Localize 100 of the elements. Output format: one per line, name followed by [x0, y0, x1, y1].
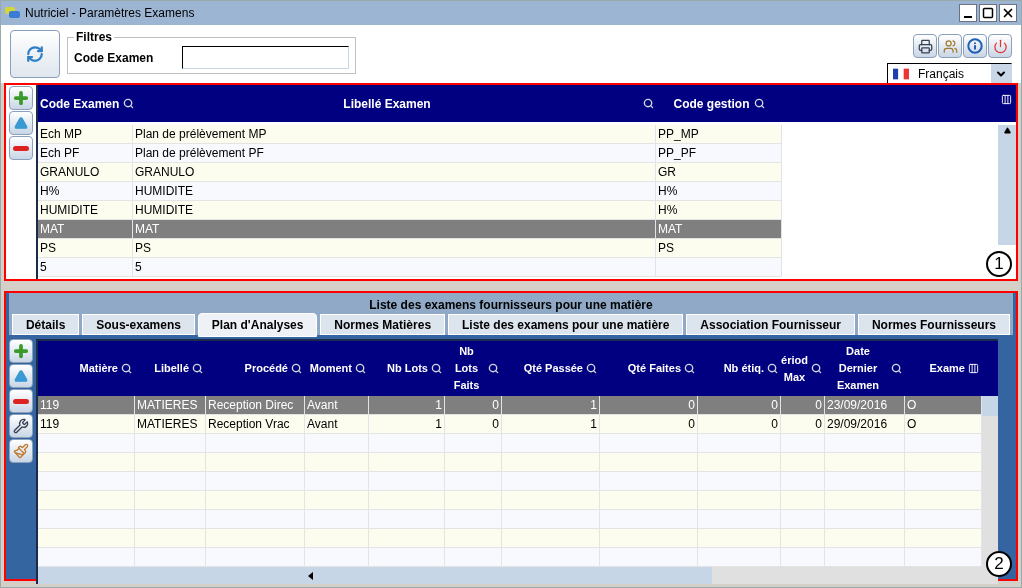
table-row[interactable]: HUMIDITE HUMIDITE H%: [38, 201, 782, 220]
refresh-button[interactable]: [10, 30, 60, 78]
table-cell: 0: [781, 415, 825, 433]
column-header[interactable]: Date Dernier Examen: [828, 343, 888, 394]
table-cell: PS: [133, 239, 656, 257]
table-cell: 0: [600, 415, 698, 433]
minus-icon: [13, 398, 29, 404]
search-icon[interactable]: [192, 363, 203, 374]
table-row[interactable]: GRANULO GRANULO GR: [38, 163, 782, 182]
printer-icon: [917, 38, 933, 54]
move-up-button[interactable]: [9, 364, 33, 388]
table-cell: PS: [38, 239, 133, 257]
users-button[interactable]: [938, 34, 962, 58]
print-button[interactable]: [913, 34, 937, 58]
column-header[interactable]: Exame: [929, 360, 965, 377]
tab[interactable]: Liste des examens pour une matière: [448, 314, 684, 335]
table-row[interactable]: 119 MATIERES Reception Direc Avant 1 0 1 0 0 0 23/09/2016 O: [38, 396, 982, 415]
tools-button[interactable]: [9, 414, 33, 438]
table-row[interactable]: MAT MAT MAT: [38, 220, 782, 239]
language-dropdown[interactable]: Français: [887, 63, 1012, 85]
table-row[interactable]: 5 5: [38, 258, 782, 277]
brush-button[interactable]: [9, 439, 33, 463]
table-cell: PP_PF: [656, 144, 782, 162]
table-cell: Avant: [305, 415, 369, 433]
column-header[interactable]: Moment: [309, 360, 352, 377]
tab[interactable]: Normes Fournisseurs: [858, 314, 1010, 335]
power-button[interactable]: [988, 34, 1012, 58]
remove-button[interactable]: [9, 136, 33, 160]
code-examen-field[interactable]: [182, 46, 349, 69]
table-row[interactable]: PS PS PS: [38, 239, 782, 258]
tab[interactable]: Détails: [12, 314, 80, 335]
app-icon: [5, 7, 21, 19]
column-header[interactable]: Procédé: [244, 360, 288, 377]
table-cell: 119: [38, 415, 135, 433]
table-cell: HUMIDITE: [133, 182, 656, 200]
triangle-up-icon: [14, 116, 28, 130]
table-row[interactable]: 119 MATIERES Reception Vrac Avant 1 0 1 0 0 0 29/09/2016 O: [38, 415, 982, 434]
table-cell: Reception Direc: [206, 396, 305, 414]
search-icon[interactable]: [121, 363, 132, 374]
table-row[interactable]: Ech PF Plan de prélèvement PF PP_PF: [38, 144, 782, 163]
table-row[interactable]: Ech MP Plan de prélèvement MP PP_MP: [38, 125, 782, 144]
search-icon[interactable]: [811, 363, 822, 374]
add-button[interactable]: [9, 339, 33, 363]
maximize-button[interactable]: [979, 4, 997, 22]
table-cell: GRANULO: [38, 163, 133, 181]
wrench-icon: [13, 418, 29, 434]
vertical-scrollbar[interactable]: [998, 125, 1016, 245]
tab[interactable]: Association Fournisseur: [686, 314, 855, 335]
column-header[interactable]: Nb Lots: [387, 360, 428, 377]
search-icon[interactable]: [753, 98, 765, 109]
dropdown-caret[interactable]: [991, 64, 1011, 84]
table-cell: PS: [656, 239, 782, 257]
table-cell: 0: [698, 396, 781, 414]
table-cell: 0: [698, 415, 781, 433]
search-icon[interactable]: [767, 363, 778, 374]
column-header[interactable]: Qté Faites: [627, 360, 681, 377]
search-icon[interactable]: [643, 98, 654, 109]
table-cell: MAT: [656, 220, 782, 238]
minimize-button[interactable]: [959, 4, 977, 22]
search-icon[interactable]: [684, 363, 695, 374]
table-cell: H%: [656, 201, 782, 219]
column-header[interactable]: Code gestion: [673, 94, 750, 113]
horizontal-scrollbar[interactable]: [38, 567, 982, 584]
triangle-up-icon: [14, 369, 28, 383]
column-header[interactable]: Libellé: [154, 360, 189, 377]
column-header[interactable]: Nb Lots Faits: [448, 343, 485, 394]
tab[interactable]: Normes Matières: [320, 314, 446, 335]
column-chooser-icon[interactable]: [968, 363, 979, 374]
table-row[interactable]: H% HUMIDITE H%: [38, 182, 782, 201]
table-cell: MAT: [133, 220, 656, 238]
brush-icon: [13, 443, 29, 459]
column-header[interactable]: Qté Passée: [523, 360, 583, 377]
tab[interactable]: Sous-examens: [82, 314, 195, 335]
info-button[interactable]: [963, 34, 987, 58]
search-icon[interactable]: [355, 363, 366, 374]
search-icon[interactable]: [431, 363, 442, 374]
add-button[interactable]: [9, 86, 33, 110]
column-header[interactable]: Matière: [79, 360, 118, 377]
column-header[interactable]: ériod Max: [781, 351, 808, 386]
search-icon[interactable]: [291, 363, 302, 374]
column-header[interactable]: Code Examen: [40, 94, 120, 113]
remove-button[interactable]: [9, 389, 33, 413]
column-chooser-icon[interactable]: [1001, 94, 1012, 105]
table-cell: Reception Vrac: [206, 415, 305, 433]
search-icon[interactable]: [488, 363, 499, 374]
table-cell: GR: [656, 163, 782, 181]
table-cell: 5: [38, 258, 133, 276]
search-icon[interactable]: [891, 363, 902, 374]
search-icon[interactable]: [586, 363, 597, 374]
flag-icon: [893, 68, 909, 80]
table-cell: Plan de prélèvement MP: [133, 125, 656, 143]
move-up-button[interactable]: [9, 111, 33, 135]
search-icon[interactable]: [123, 98, 135, 109]
table-cell: MAT: [38, 220, 133, 238]
column-header[interactable]: Libellé Examen: [135, 94, 639, 113]
column-header[interactable]: Nb étiq.: [723, 360, 764, 377]
table-cell: PP_MP: [656, 125, 782, 143]
close-button[interactable]: [999, 4, 1017, 22]
scroll-up-icon[interactable]: [1003, 127, 1011, 134]
tab[interactable]: Plan d'Analyses: [197, 313, 318, 337]
